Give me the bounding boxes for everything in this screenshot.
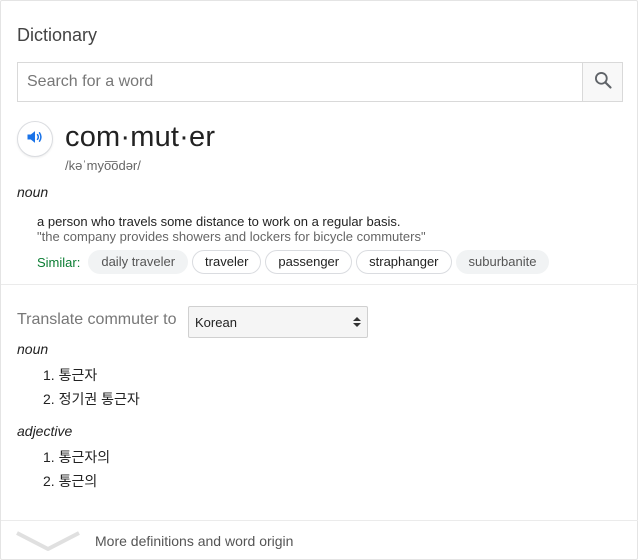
example-sentence: "the company provides showers and locker… [37,229,426,244]
language-selected: Korean [195,314,237,330]
more-definitions-label: More definitions and word origin [95,533,294,549]
select-arrows-icon [353,317,361,327]
translation-item: 1. 통근자의 [43,449,111,465]
translation-list: 1. 통근자의 2. 통근의 [43,445,110,493]
section-divider [1,284,638,285]
chevron-down-icon [15,529,81,558]
similar-chip[interactable]: straphanger [356,250,452,274]
search-button[interactable] [582,63,622,101]
translation-pos: noun [17,341,49,357]
similar-chip[interactable]: passenger [265,250,353,274]
translation-pos: adjective [17,423,73,439]
similar-chip[interactable]: daily traveler [88,250,189,274]
translation-item: 2. 정기권 통근자 [43,391,140,407]
translation-item: 2. 통근의 [43,473,98,489]
pronunciation-button[interactable] [17,121,53,157]
more-definitions-button[interactable]: More definitions and word origin [1,521,638,560]
speaker-icon [25,127,45,152]
headword: com·mut·er [65,121,216,153]
translation-list: 1. 통근자 2. 정기권 통근자 [43,363,140,411]
similar-words: Similar: daily traveler traveler passeng… [37,250,553,274]
phonetic: /kəˈmyo͞odər/ [65,158,141,173]
language-select[interactable]: Korean [188,306,368,338]
similar-label: Similar: [37,254,81,270]
part-of-speech: noun [17,184,49,200]
search-input[interactable] [18,63,582,101]
dictionary-card: Dictionary com·mut·er /kəˈmyo͞odər/ noun… [0,0,638,560]
similar-chip[interactable]: suburbanite [455,250,550,274]
definition: a person who travels some distance to wo… [37,214,401,229]
card-title: Dictionary [17,25,98,45]
translation-item: 1. 통근자 [43,367,98,383]
search-box [17,62,623,102]
translate-label: Translate commuter to [17,311,177,328]
search-icon [593,70,613,95]
similar-chip[interactable]: traveler [192,250,262,274]
